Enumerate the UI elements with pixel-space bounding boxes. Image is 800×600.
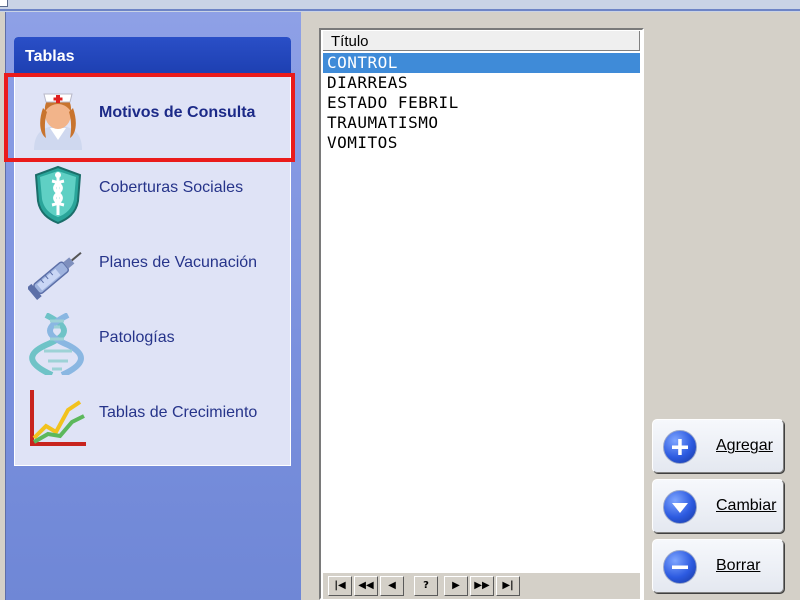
add-label: Agregar xyxy=(716,437,773,454)
plus-icon xyxy=(663,430,697,464)
add-button[interactable]: Agregar xyxy=(652,419,784,473)
list-row[interactable]: DIARREAS xyxy=(323,73,640,93)
titles-list[interactable]: Título CONTROL DIARREAS ESTADO FEBRIL TR… xyxy=(319,28,644,600)
top-divider xyxy=(0,9,800,11)
next-record-button[interactable]: ▶ xyxy=(444,576,468,596)
highlight-callout-box xyxy=(4,73,295,162)
help-button[interactable]: ? xyxy=(414,576,438,596)
record-navigator: |◀ ◀◀ ◀ ? ▶ ▶▶ ▶| xyxy=(323,572,640,599)
dna-icon xyxy=(29,313,84,375)
delete-button[interactable]: Borrar xyxy=(652,539,784,593)
prev-record-button[interactable]: ◀ xyxy=(380,576,404,596)
list-row[interactable]: TRAUMATISMO xyxy=(323,113,640,133)
item-coberturas-sociales[interactable]: Coberturas Sociales xyxy=(14,155,291,225)
window-top-strip xyxy=(0,0,800,12)
delete-label: Borrar xyxy=(716,557,761,574)
next-page-button[interactable]: ▶▶ xyxy=(470,576,494,596)
item-label: Planes de Vacunación xyxy=(99,254,258,271)
window-corner xyxy=(0,0,8,7)
shield-caduceus-icon xyxy=(34,165,82,225)
item-label: Tablas de Crecimiento xyxy=(99,404,258,421)
item-planes-de-vacunacion[interactable]: Planes de Vacunación xyxy=(14,230,291,300)
list-row[interactable]: CONTROL xyxy=(323,53,640,73)
item-patologias[interactable]: Patologías xyxy=(14,305,291,375)
titles-rows: CONTROL DIARREAS ESTADO FEBRIL TRAUMATIS… xyxy=(323,53,640,153)
item-label: Patologías xyxy=(99,329,175,346)
change-button[interactable]: Cambiar xyxy=(652,479,784,533)
syringe-icon xyxy=(28,251,82,300)
change-label: Cambiar xyxy=(716,497,777,514)
column-header-titulo[interactable]: Título xyxy=(323,31,640,51)
tables-header[interactable]: Tablas xyxy=(14,37,291,75)
last-record-button[interactable]: ▶| xyxy=(496,576,520,596)
list-row[interactable]: ESTADO FEBRIL xyxy=(323,93,640,113)
chevron-down-icon xyxy=(663,490,697,524)
prev-page-button[interactable]: ◀◀ xyxy=(354,576,378,596)
item-tablas-de-crecimiento[interactable]: Tablas de Crecimiento xyxy=(14,380,291,450)
growth-chart-icon xyxy=(30,390,86,446)
first-record-button[interactable]: |◀ xyxy=(328,576,352,596)
minus-icon xyxy=(663,550,697,584)
item-label: Coberturas Sociales xyxy=(99,179,244,196)
list-row[interactable]: VOMITOS xyxy=(323,133,640,153)
